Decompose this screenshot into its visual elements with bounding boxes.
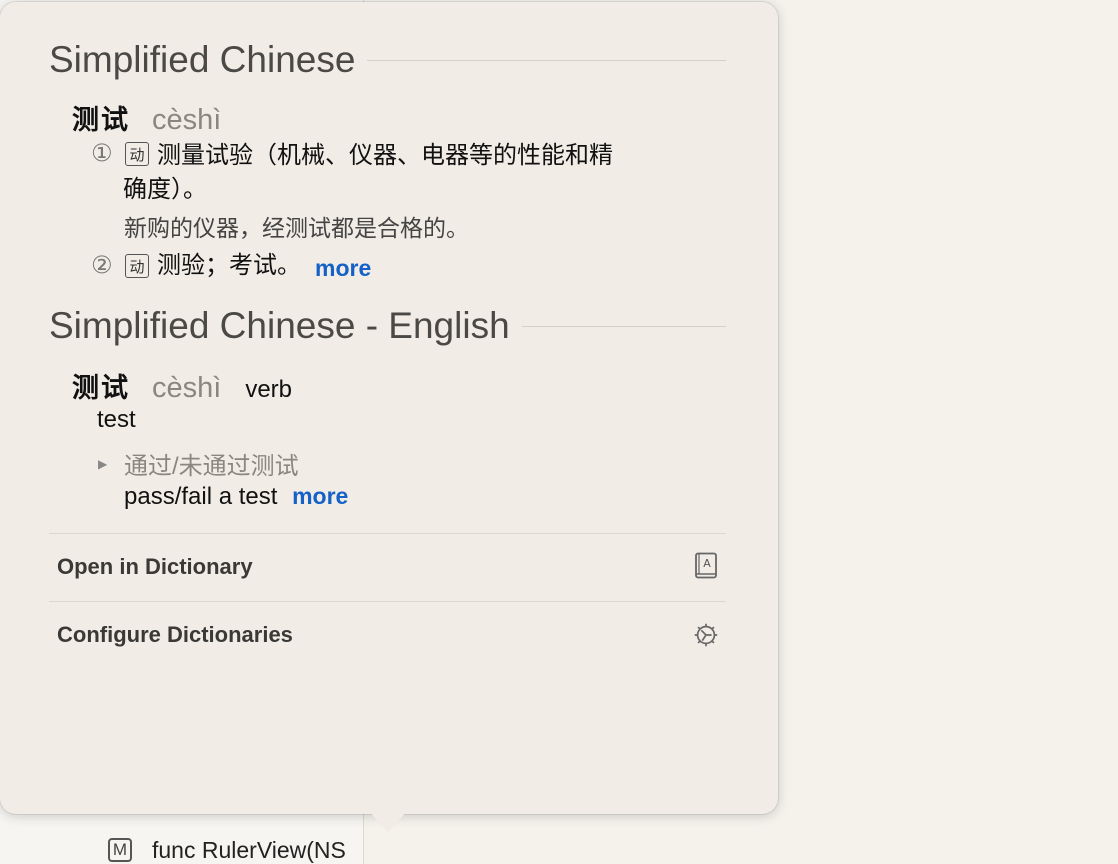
- sense-number: ②: [91, 252, 113, 279]
- definition-line: 确度）。: [123, 176, 207, 203]
- more-link[interactable]: more: [292, 483, 348, 509]
- sense-number: ①: [91, 140, 113, 167]
- pinyin: cèshì: [152, 104, 222, 136]
- example-chinese: 通过/未通过测试: [124, 453, 299, 480]
- more-link[interactable]: more: [315, 251, 371, 285]
- section-title-text: Simplified Chinese: [49, 39, 356, 80]
- method-badge-icon: M: [108, 838, 132, 862]
- action-label: Open in Dictionary: [57, 554, 253, 579]
- sense-1: ① 动 测量试验（机械、仪器、电器等的性能和精 确度）。: [91, 139, 613, 207]
- action-label: Configure Dictionaries: [57, 622, 293, 647]
- headword: 测试: [72, 373, 130, 404]
- section-title-simplified-chinese: Simplified Chinese: [49, 38, 726, 82]
- dictionary-book-icon: A: [692, 552, 720, 581]
- example-english: pass/fail a test: [124, 483, 278, 510]
- gear-icon: [692, 621, 720, 649]
- part-of-speech: verb: [245, 376, 293, 403]
- translation: test: [97, 406, 136, 433]
- open-in-dictionary-button[interactable]: Open in Dictionary A: [49, 534, 726, 600]
- headword-row: 测试 cèshì verb: [72, 366, 292, 405]
- sense-definition: 测验；考试。: [157, 252, 301, 279]
- section-rule: [521, 325, 726, 327]
- sense-definition: 测量试验（机械、仪器、电器等的性能和精 确度）。: [123, 139, 613, 207]
- headword-row: 测试 cèshì: [72, 98, 221, 137]
- definition-line: 测量试验（机械、仪器、电器等的性能和精: [157, 142, 613, 169]
- sense-example: 新购的仪器，经测试都是合格的。: [124, 215, 469, 241]
- example-row: ▶ 通过/未通过测试: [98, 446, 299, 481]
- section-rule: [367, 59, 726, 61]
- pinyin: cèshì: [152, 372, 222, 404]
- section-title-simplified-chinese-english: Simplified Chinese - English: [49, 304, 726, 348]
- code-text: func RulerView(NS: [152, 836, 346, 863]
- headword: 测试: [72, 105, 130, 136]
- configure-dictionaries-button[interactable]: Configure Dictionaries: [49, 602, 726, 668]
- disclosure-triangle-icon[interactable]: ▶: [98, 457, 124, 471]
- code-line[interactable]: M func RulerView(NS: [108, 836, 346, 864]
- dictionary-popover: Simplified Chinese 测试 cèshì ① 动 测量试验（机械、…: [0, 2, 778, 814]
- pos-tag-icon: 动: [125, 254, 149, 278]
- sense-2: ② 动 测验；考试。 more: [91, 251, 371, 285]
- popover-arrow: [366, 808, 410, 832]
- svg-text:A: A: [703, 557, 711, 570]
- pos-tag-icon: 动: [125, 142, 149, 166]
- example-english-row: pass/fail a test more: [124, 483, 348, 511]
- section-title-text: Simplified Chinese - English: [49, 305, 510, 346]
